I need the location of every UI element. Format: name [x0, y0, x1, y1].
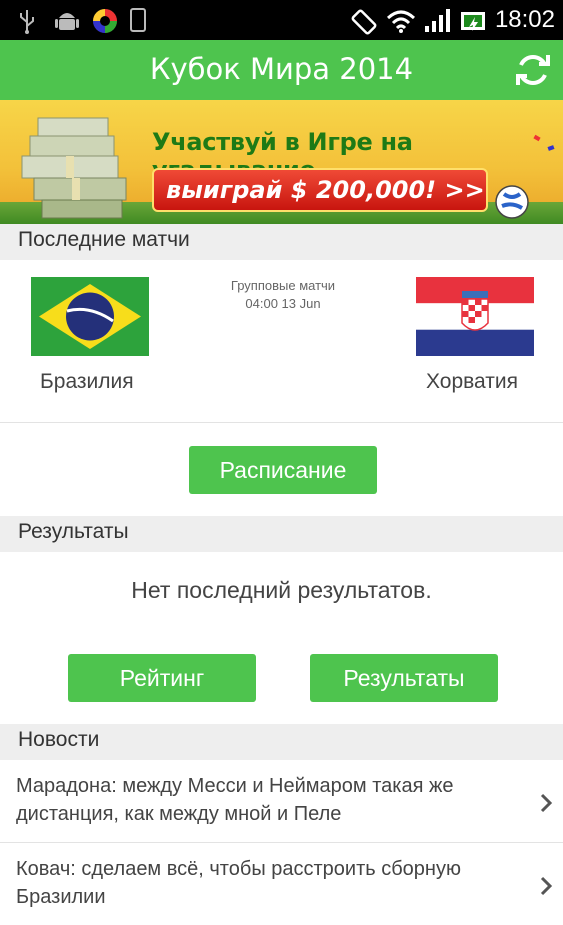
banner-cta-label: выиграй $ 200,000! >> — [166, 176, 485, 204]
phone-icon — [130, 8, 146, 32]
app-bar: Кубок Мира 2014 — [0, 40, 563, 100]
usb-icon — [20, 10, 34, 34]
signal-icon — [425, 9, 450, 32]
results-title: Результаты — [18, 520, 129, 543]
match-info: Групповые матчи 04:00 13 Jun — [200, 277, 366, 313]
clock-time: 18:02 — [494, 6, 555, 33]
confetti-icon — [533, 134, 555, 151]
android-icon — [55, 13, 79, 30]
status-bar: 18:02 — [0, 0, 563, 40]
brazil-flag-icon — [31, 277, 149, 356]
app-icon — [93, 9, 117, 33]
rotate-icon — [351, 9, 377, 35]
no-results-text: Нет последний результатов. — [131, 577, 432, 603]
results-header: Результаты — [0, 516, 563, 552]
results-button[interactable]: Результаты — [310, 654, 498, 702]
recent-matches-header: Последние матчи — [0, 224, 563, 260]
football-icon — [495, 185, 529, 219]
chevron-right-icon — [540, 793, 553, 813]
promo-banner[interactable]: Участвуй в Игре на угадывание выиграй $ … — [0, 100, 563, 224]
home-team-name: Бразилия — [40, 370, 134, 393]
news-item[interactable]: Марадона: между Месси и Неймаром такая ж… — [0, 760, 563, 842]
match-card[interactable]: Групповые матчи 04:00 13 Jun Бразилия Хо… — [0, 260, 563, 422]
battery-icon — [461, 12, 485, 31]
match-datetime: 04:00 13 Jun — [245, 296, 321, 311]
money-stack-icon — [21, 117, 127, 219]
banner-cta-button[interactable]: выиграй $ 200,000! >> — [152, 168, 488, 212]
news-item[interactable]: Ковач: сделаем всё, чтобы расстроить сбо… — [0, 843, 563, 925]
news-title: Новости — [18, 728, 100, 751]
wifi-icon — [386, 10, 416, 33]
app-title: Кубок Мира 2014 — [149, 52, 414, 86]
refresh-icon[interactable] — [513, 50, 553, 90]
match-stage: Групповые матчи — [230, 278, 336, 293]
croatia-flag-icon — [416, 277, 534, 356]
news-item-text: Марадона: между Месси и Неймаром такая ж… — [16, 775, 454, 825]
away-team-name: Хорватия — [426, 370, 518, 393]
schedule-button[interactable]: Расписание — [189, 446, 377, 494]
divider — [0, 422, 563, 423]
chevron-right-icon — [540, 876, 553, 896]
news-header: Новости — [0, 724, 563, 760]
news-item-text: Ковач: сделаем всё, чтобы расстроить сбо… — [16, 858, 461, 908]
recent-matches-title: Последние матчи — [18, 228, 190, 251]
rating-button[interactable]: Рейтинг — [68, 654, 256, 702]
